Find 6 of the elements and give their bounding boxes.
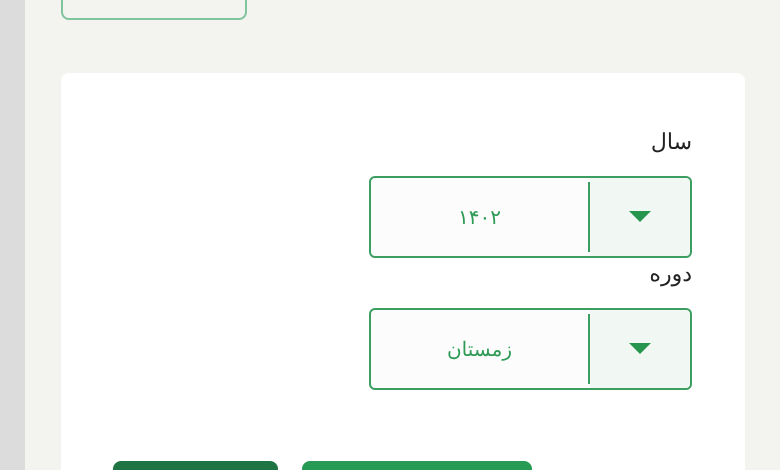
dropdown-value: زمستان (446, 337, 512, 361)
dropdown-value: ۱۴۰۲ (458, 205, 501, 229)
dropdown-field[interactable]: زمستان (369, 308, 692, 390)
dropdown-field[interactable]: ۱۴۰۲ (369, 176, 692, 258)
field-label: دوره (649, 261, 692, 289)
field-label: سال (650, 129, 692, 157)
